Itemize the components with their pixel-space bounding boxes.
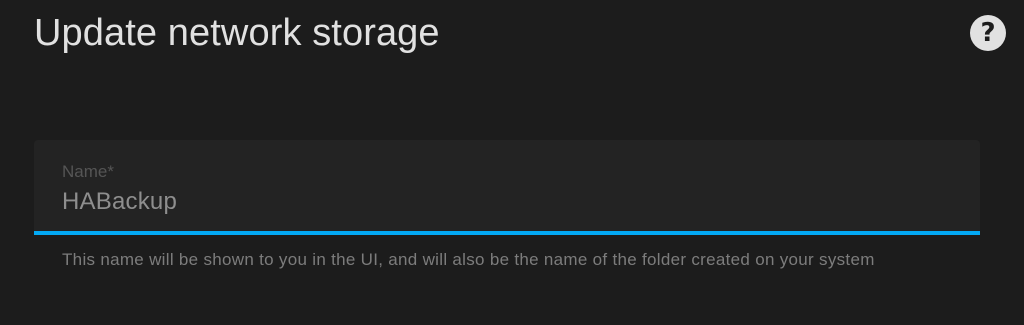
name-input[interactable]	[62, 186, 942, 218]
name-field[interactable]: Name*	[34, 140, 980, 235]
name-field-underline	[34, 231, 980, 235]
help-glyph: ?	[980, 18, 996, 48]
name-field-helper-text: This name will be shown to you in the UI…	[62, 250, 875, 269]
dialog-title: Update network storage	[34, 12, 440, 54]
update-network-storage-dialog: Update network storage ? Name* This name…	[0, 0, 1024, 325]
name-field-label: Name*	[62, 162, 114, 181]
help-icon[interactable]: ?	[970, 15, 1006, 51]
